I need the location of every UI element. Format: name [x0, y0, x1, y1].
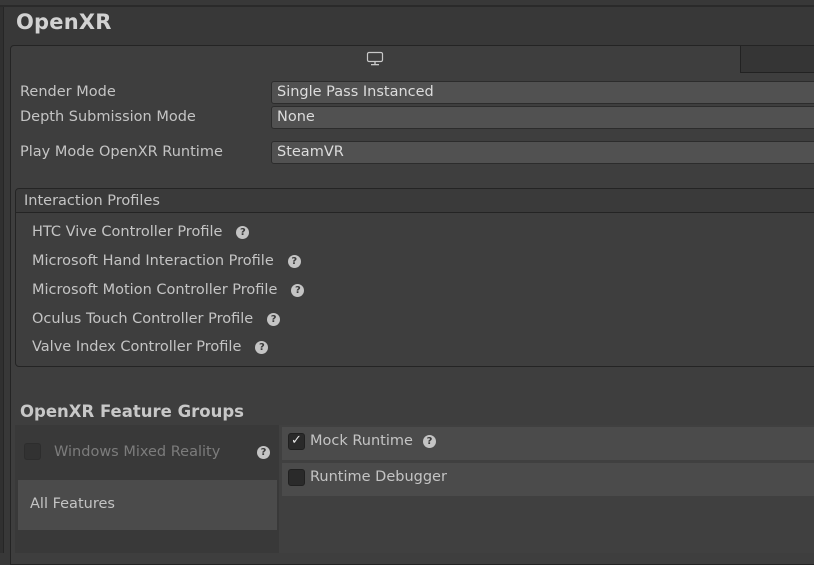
- feature-group-windows-mixed-reality[interactable]: Windows Mixed Reality ?: [15, 425, 279, 477]
- feature-row-runtime-debugger[interactable]: Runtime Debugger: [282, 463, 814, 496]
- help-icon[interactable]: ?: [255, 340, 269, 354]
- list-item[interactable]: Valve Index Controller Profile ?: [32, 339, 269, 355]
- feature-groups-title: OpenXR Feature Groups: [20, 402, 244, 421]
- feature-row-mock-runtime[interactable]: ✓ Mock Runtime ?: [282, 427, 814, 460]
- profile-label: Microsoft Hand Interaction Profile: [32, 253, 274, 269]
- help-icon[interactable]: ?: [287, 254, 301, 268]
- profile-label: Oculus Touch Controller Profile: [32, 311, 254, 327]
- feature-groups-list: Windows Mixed Reality ? All Features: [15, 425, 279, 553]
- list-item[interactable]: Microsoft Hand Interaction Profile ?: [32, 253, 301, 269]
- help-icon[interactable]: ?: [291, 283, 305, 297]
- wmr-label: Windows Mixed Reality: [54, 444, 221, 460]
- play-mode-runtime-label: Play Mode OpenXR Runtime: [20, 144, 223, 160]
- interaction-profiles-title: Interaction Profiles: [24, 193, 160, 209]
- list-item[interactable]: Microsoft Motion Controller Profile ?: [32, 282, 305, 298]
- top-border: [0, 5, 814, 7]
- feature-group-all-features[interactable]: All Features: [18, 480, 277, 530]
- openxr-settings-window: OpenXR Render Mode Single Pass Instanced…: [0, 0, 814, 565]
- profile-label: Microsoft Motion Controller Profile: [32, 282, 278, 298]
- mock-runtime-label: Mock Runtime: [310, 433, 413, 449]
- left-divider: [3, 7, 4, 553]
- depth-submission-mode-label: Depth Submission Mode: [20, 109, 196, 125]
- mock-runtime-checkbox[interactable]: ✓: [288, 433, 305, 450]
- interaction-profiles-list: Interaction Profiles HTC Vive Controller…: [15, 188, 814, 367]
- profile-label: HTC Vive Controller Profile: [32, 224, 223, 240]
- runtime-debugger-checkbox[interactable]: [288, 469, 305, 486]
- render-mode-dropdown[interactable]: Single Pass Instanced: [271, 81, 814, 104]
- list-item[interactable]: Oculus Touch Controller Profile ?: [32, 311, 281, 327]
- interaction-profiles-header: Interaction Profiles: [16, 189, 814, 213]
- help-icon[interactable]: ?: [236, 225, 250, 239]
- monitor-icon[interactable]: [366, 51, 384, 67]
- help-icon[interactable]: ?: [257, 446, 270, 459]
- features-list: ✓ Mock Runtime ? Runtime Debugger: [279, 425, 814, 553]
- profile-label: Valve Index Controller Profile: [32, 339, 242, 355]
- depth-submission-mode-dropdown[interactable]: None: [271, 106, 814, 129]
- runtime-debugger-label: Runtime Debugger: [310, 469, 447, 485]
- help-icon[interactable]: ?: [267, 312, 281, 326]
- wmr-checkbox[interactable]: [24, 443, 41, 460]
- render-mode-label: Render Mode: [20, 84, 116, 100]
- help-icon[interactable]: ?: [423, 435, 436, 448]
- list-item[interactable]: HTC Vive Controller Profile ?: [32, 224, 250, 240]
- all-features-label: All Features: [30, 496, 115, 512]
- platform-tab-other[interactable]: [740, 46, 814, 73]
- play-mode-runtime-dropdown[interactable]: SteamVR: [271, 141, 814, 164]
- checkmark-icon: ✓: [291, 433, 302, 448]
- page-title: OpenXR: [16, 10, 112, 34]
